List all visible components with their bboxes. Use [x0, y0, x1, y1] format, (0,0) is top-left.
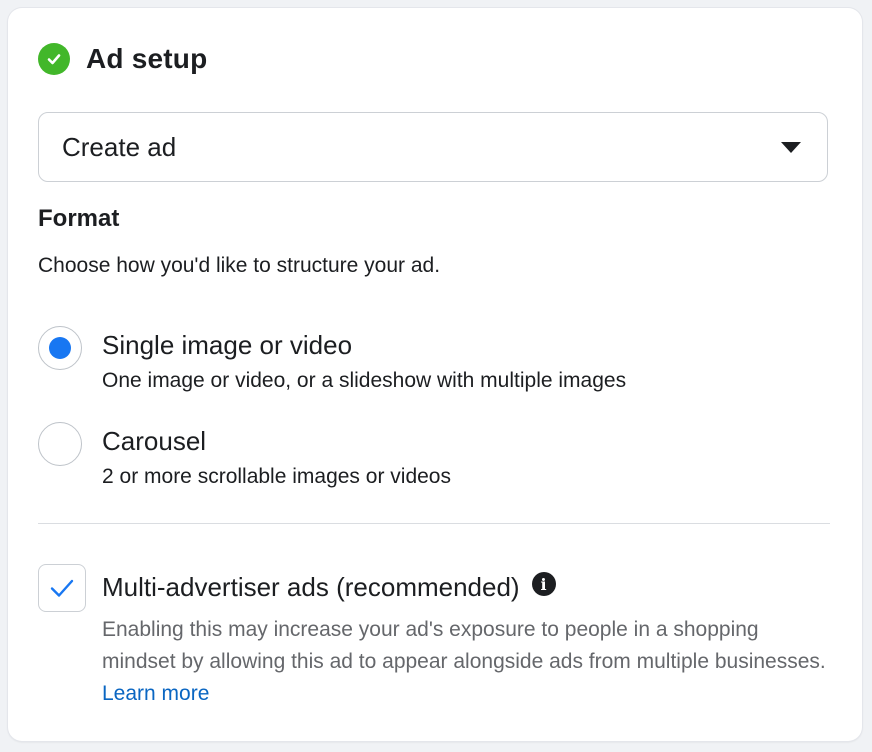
description-text: Enabling this may increase your ad's exp… — [102, 618, 826, 673]
page-title: Ad setup — [86, 43, 208, 74]
learn-more-link[interactable]: Learn more — [102, 682, 209, 705]
option-subtitle: 2 or more scrollable images or videos — [102, 465, 451, 488]
check-circle-icon — [38, 43, 70, 75]
radio-carousel[interactable] — [38, 422, 82, 466]
option-title: Single image or video — [102, 330, 353, 360]
dropdown-value: Create ad — [62, 131, 177, 162]
info-icon[interactable]: i — [531, 572, 556, 596]
multi-advertiser-ads-checkbox[interactable] — [38, 564, 86, 612]
divider — [38, 523, 830, 524]
option-title: Carousel — [102, 426, 207, 456]
radio-single-image-or-video[interactable] — [38, 326, 82, 370]
radio-selected-dot — [49, 337, 71, 359]
section-header: Ad setup — [38, 43, 207, 75]
ad-setup-card: Ad setup Create ad Format Choose how you… — [8, 8, 862, 741]
multi-advertiser-ads-label: Multi-advertiser ads (recommended) — [102, 572, 520, 602]
format-option-carousel[interactable]: Carousel 2 or more scrollable images or … — [38, 422, 451, 490]
checkmark-icon — [50, 579, 74, 597]
multi-advertiser-ads-description: Enabling this may increase your ad's exp… — [102, 614, 832, 710]
option-subtitle: One image or video, or a slideshow with … — [102, 369, 627, 392]
multi-advertiser-ads-row: Multi-advertiser ads (recommended) i Ena… — [38, 564, 832, 710]
caret-down-icon — [781, 141, 801, 153]
format-description: Choose how you'd like to structure your … — [38, 254, 441, 277]
ad-create-dropdown[interactable]: Create ad — [38, 112, 828, 182]
format-option-single-image-or-video[interactable]: Single image or video One image or video… — [38, 326, 626, 394]
format-heading: Format — [38, 205, 120, 232]
